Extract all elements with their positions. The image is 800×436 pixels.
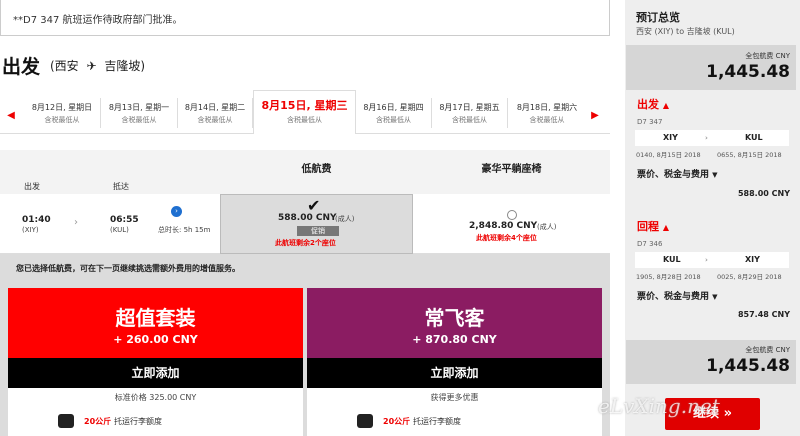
flight-detail-icon[interactable]: › (171, 206, 182, 217)
chevron-right-icon: » (723, 406, 732, 421)
inbound-amount: 857.48 CNY (737, 310, 790, 319)
low-fare-price: 588.00 CNY (278, 213, 337, 223)
arrive-time: 06:55 (110, 215, 139, 225)
inbound-flight: D7 346 (637, 240, 663, 248)
frequent-flyer-add-button[interactable]: 立即添加 (307, 358, 602, 388)
route-from: (西安 (50, 59, 79, 73)
date-tab[interactable]: 8月17日, 星期五 含税最低从 (432, 98, 508, 128)
frequent-flyer-name: 常飞客 (424, 306, 485, 330)
inbound-route: KUL › XIY (635, 252, 789, 268)
chevron-down-icon: ▼ (712, 293, 718, 301)
inbound-arr: 0025, 8月29日 2018 (717, 273, 782, 281)
value-pack-note: 标准价格 325.00 CNY (114, 393, 197, 402)
inbound-label: 回程 ▲ (637, 220, 669, 233)
collapse-icon[interactable]: ▲ (663, 101, 669, 110)
depart-label: 出发 (24, 182, 40, 191)
summary-title: 预订总览 (636, 11, 680, 24)
value-pack-panel: 超值套装 + 260.00 CNY (8, 288, 303, 358)
outbound-amount: 588.00 CNY (737, 189, 790, 198)
outbound-fees-toggle[interactable]: 票价、税金与费用 ▼ (637, 167, 718, 180)
premium-price: 2,848.80 CNY (469, 221, 538, 231)
date-tab[interactable]: 8月14日, 星期二 含税最低从 (178, 98, 253, 128)
value-pack-add-button[interactable]: 立即添加 (8, 358, 303, 388)
total-price-2: 1,445.48 (706, 356, 790, 376)
watermark: eLvXing.net (598, 394, 720, 418)
outbound-arr: 0655, 8月15日 2018 (717, 151, 782, 159)
date-selector: ◀ 8月12日, 星期日 含税最低从 8月13日, 星期一 含税最低从 8月14日,… (0, 90, 610, 134)
duration: 总时长: 5h 15m (158, 226, 211, 234)
depart-time: 01:40 (22, 215, 51, 225)
total-price: 1,445.48 (706, 62, 790, 82)
frequent-flyer-baggage-kg: 20公斤 (383, 417, 411, 426)
collapse-icon[interactable]: ▲ (663, 223, 669, 232)
outbound-flight: D7 347 (637, 118, 663, 126)
chevron-right-icon: › (74, 217, 78, 228)
promo-badge: 促销 (297, 226, 339, 236)
premium-remaining: 此航班剩余4个座位 (476, 234, 537, 242)
selected-message: 您已选择低航费，可在下一页继续挑选需额外费用的增值服务。 (16, 264, 240, 273)
arrive-label: 抵达 (113, 182, 129, 191)
outbound-route: XIY › KUL (635, 130, 789, 146)
frequent-flyer-note: 获得更多优惠 (430, 393, 479, 402)
date-tab[interactable]: 8月13日, 星期一 含税最低从 (101, 98, 178, 128)
luggage-icon (357, 414, 373, 428)
page-title: 出发 (2, 56, 41, 78)
total-label: 全包航费 CNY (745, 52, 790, 60)
value-pack-name: 超值套装 (115, 306, 196, 330)
frequent-flyer-baggage: 托运行李额度 (413, 417, 461, 426)
premium-suffix: (成人) (537, 223, 557, 231)
premium-fare-header: 豪华平躺座椅 (481, 164, 542, 175)
value-pack-price: + 260.00 CNY (113, 333, 198, 346)
depart-code: (XIY) (22, 226, 39, 234)
date-tab[interactable]: 8月18日, 星期六 含税最低从 (508, 98, 586, 128)
summary-route: 西安 (XIY) to 吉隆坡 (KUL) (636, 27, 735, 36)
chevron-down-icon: ▼ (712, 171, 718, 179)
frequent-flyer-panel: 常飞客 + 870.80 CNY (307, 288, 602, 358)
inbound-fees-toggle[interactable]: 票价、税金与费用 ▼ (637, 289, 718, 302)
frequent-flyer-price: + 870.80 CNY (412, 333, 497, 346)
date-tab[interactable]: 8月16日, 星期四 含税最低从 (356, 98, 432, 128)
date-tab[interactable]: 8月12日, 星期日 含税最低从 (24, 98, 101, 128)
next-date-icon[interactable]: ▶ (590, 110, 600, 122)
outbound-label: 出发 ▲ (637, 98, 669, 111)
premium-radio[interactable] (507, 210, 517, 220)
prev-date-icon[interactable]: ◀ (6, 110, 16, 122)
inbound-dep: 1905, 8月28日 2018 (636, 273, 701, 281)
route-label: (西安 ✈ 吉隆坡) (50, 57, 145, 74)
arrive-code: (KUL) (110, 226, 129, 234)
plane-icon: ✈ (86, 59, 97, 73)
value-pack-baggage-kg: 20公斤 (84, 417, 112, 426)
luggage-icon (58, 414, 74, 428)
outbound-dep: 0140, 8月15日 2018 (636, 151, 701, 159)
flight-notice: **D7 347 航班运作待政府部门批准。 (0, 0, 610, 36)
total-label-2: 全包航费 CNY (745, 346, 790, 354)
low-fare-header: 低航费 (301, 164, 332, 175)
route-to: 吉隆坡) (104, 59, 146, 73)
value-pack-baggage: 托运行李额度 (114, 417, 162, 426)
low-fare-remaining: 此航班剩余2个座位 (275, 239, 336, 247)
date-tab-selected[interactable]: 8月15日, 星期三 含税最低从 (253, 90, 356, 134)
low-fare-suffix: (成人) (335, 215, 355, 223)
